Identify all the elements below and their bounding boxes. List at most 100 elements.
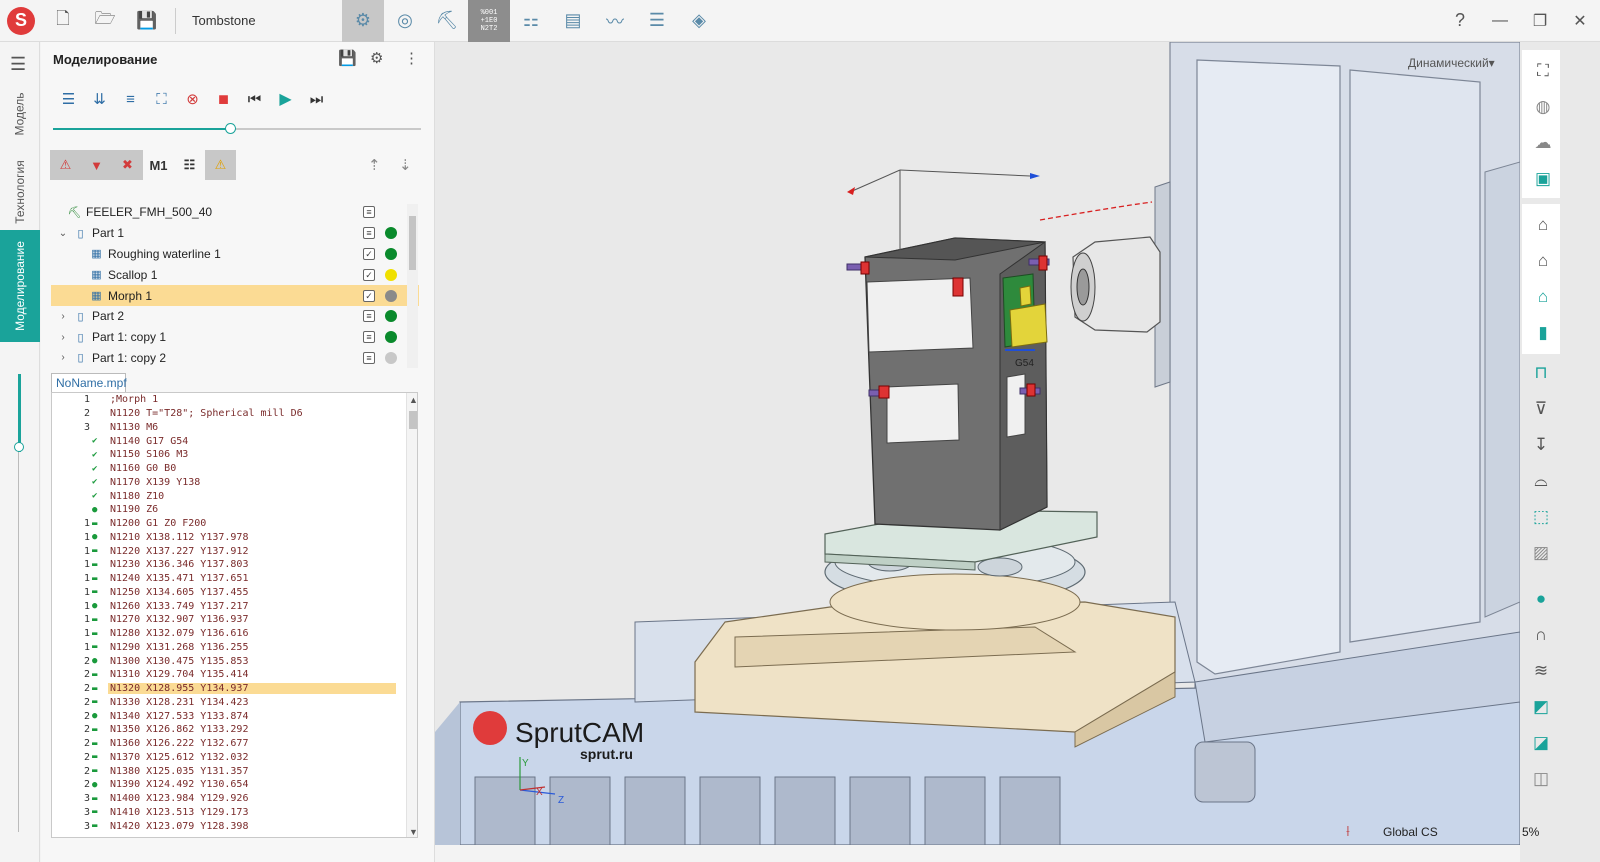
code-line[interactable]: ✔ N1140 G17 G54 [52, 434, 417, 448]
cancel-icon[interactable]: ⊗ [177, 88, 208, 110]
surface-color-icon[interactable]: ◩ [1528, 694, 1554, 720]
code-line[interactable]: ✔ N1180 Z10 [52, 489, 417, 503]
show-holder-icon[interactable]: ⊓ [1528, 360, 1554, 386]
code-line[interactable]: 1 ● N1260 X133.749 Y137.217 [52, 599, 417, 613]
code-line[interactable]: 1 ▬ N1270 X132.907 Y136.937 [52, 613, 417, 627]
sort-up-icon[interactable]: ⇡ [368, 156, 381, 174]
tab-model[interactable]: Модель [0, 84, 40, 144]
step-forward-icon[interactable]: ⏭ [301, 88, 332, 110]
tree-scrollbar[interactable] [407, 204, 418, 368]
surface-outline-icon[interactable]: ◪ [1528, 730, 1554, 756]
new-file-icon[interactable]: 🗋 [49, 7, 77, 35]
gear-icon[interactable]: ⚙ [370, 49, 383, 67]
code-line[interactable]: 2 ▬ N1320 X128.955 Y134.937 [52, 682, 417, 696]
code-line[interactable]: ● N1190 Z6 [52, 503, 417, 517]
code-line[interactable]: ✔ N1150 S106 M3 [52, 448, 417, 462]
fit-view-icon[interactable]: ⛶ [1530, 58, 1556, 84]
code-line[interactable]: ✔ N1160 G0 B0 [52, 462, 417, 476]
tab-technology[interactable]: Технология [0, 152, 40, 232]
show-section-icon[interactable]: ⬚ [1528, 504, 1554, 530]
code-file-tab[interactable]: NoName.mpf [51, 373, 127, 392]
hatch-icon[interactable]: ▨ [1528, 540, 1554, 566]
sprutcam-logo-icon[interactable]: S [7, 6, 35, 35]
code-line[interactable]: 1 ▬ N1200 G1 Z0 F200 [52, 517, 417, 531]
tree-scrollbar-thumb[interactable] [409, 216, 416, 270]
chart-icon[interactable]: 〰 [594, 0, 636, 42]
tab-simulation[interactable]: Моделирование [0, 230, 40, 342]
surface-flag-icon[interactable]: ◫ [1528, 766, 1554, 792]
play-icon[interactable]: ▶ [270, 88, 301, 110]
code-line[interactable]: 1 ▬ N1250 X134.605 Y137.455 [52, 586, 417, 600]
show-tool-icon[interactable]: ↧ [1528, 432, 1554, 458]
document-icon[interactable]: ≡ [363, 227, 375, 240]
code-line[interactable]: 1 ▬ N1280 X132.079 Y136.616 [52, 627, 417, 641]
stop-on-gouge-icon[interactable]: ▼ [81, 150, 112, 180]
show-machine-icon[interactable]: ⌂ [1530, 212, 1556, 238]
tree-row[interactable]: ▦ Scallop 1 ✓ [51, 264, 419, 285]
simulation-mode-icon[interactable]: ⚙ [342, 0, 384, 42]
code-line[interactable]: 2 ▬ N1380 X125.035 Y131.357 [52, 764, 417, 778]
checkbox-checked-icon[interactable]: ✓ [363, 268, 375, 281]
checkbox-checked-icon[interactable]: ✓ [363, 247, 375, 260]
sort-down-icon[interactable]: ⇣ [399, 156, 412, 174]
code-line[interactable]: 3 N1130 M6 [52, 421, 417, 435]
inspection-mode-icon[interactable]: ◎ [384, 0, 426, 42]
rail-slider-track[interactable] [18, 452, 19, 832]
code-line[interactable]: 1 ▬ N1230 X136.346 Y137.803 [52, 558, 417, 572]
view-mode-dropdown[interactable]: Динамический▾ [1408, 56, 1495, 70]
layers-icon[interactable]: ☰ [636, 0, 678, 42]
cube-view-icon[interactable]: ▣ [1530, 166, 1556, 192]
step-back-icon[interactable]: ⏮ [239, 88, 270, 110]
code-line[interactable]: ✔ N1170 X139 Y138 [52, 476, 417, 490]
stop-icon[interactable]: ■ [208, 88, 239, 110]
surface-icon[interactable]: ≋ [1528, 658, 1554, 684]
speed-slider[interactable] [53, 123, 421, 134]
code-line[interactable]: 2 ● N1340 X127.533 Y133.874 [52, 709, 417, 723]
hamburger-menu-icon[interactable]: ☰ [10, 54, 26, 75]
chevron-right-icon[interactable]: › [57, 332, 69, 343]
code-line[interactable]: 2 ▬ N1370 X125.612 Y132.032 [52, 751, 417, 765]
fit-frame-icon[interactable]: ⛶ [146, 88, 177, 110]
code-line[interactable]: 1 ● N1210 X138.112 Y137.978 [52, 531, 417, 545]
code-line[interactable]: 2 ▬ N1350 X126.862 Y133.292 [52, 723, 417, 737]
document-icon[interactable]: ≡ [363, 331, 375, 344]
sort-list-icon[interactable]: ⇊ [84, 88, 115, 110]
tree-row[interactable]: ⌄ ▯ Part 1 ≡ [51, 223, 419, 244]
nc-code-view[interactable]: 1 ;Morph 1 2 N1120 T="T28"; Spherical mill … [51, 392, 418, 838]
tree-row[interactable]: ▦ Morph 1 ✓ [51, 285, 419, 306]
coordinate-system-icon[interactable]: ⟊ [1346, 823, 1350, 840]
tree-row[interactable]: › ▯ Part 1: copy 1 ≡ [51, 327, 419, 348]
tree-row[interactable]: › ▯ Part 1: copy 2 ≡ [51, 348, 419, 368]
code-line[interactable]: 2 ● N1300 X130.475 Y135.853 [52, 654, 417, 668]
tree-row[interactable]: ⛏ FEELER_FMH_500_40 ≡ [51, 202, 419, 223]
tree-row[interactable]: › ▯ Part 2 ≡ [51, 306, 419, 327]
3d-cube-icon[interactable]: ◈ [678, 0, 720, 42]
stop-on-warning-icon[interactable]: ⚠ [205, 150, 236, 180]
close-icon[interactable]: ✕ [1560, 0, 1600, 42]
checkbox-checked-icon[interactable]: ✓ [363, 289, 375, 302]
restore-icon[interactable]: ❐ [1520, 0, 1560, 42]
document-icon[interactable]: ≡ [363, 206, 375, 219]
speed-slider-knob[interactable] [224, 123, 236, 134]
code-line[interactable]: 2 N1120 T="T28"; Spherical mill D6 [52, 407, 417, 421]
scroll-up-icon[interactable]: ▲ [409, 395, 417, 405]
tool-mode-icon[interactable]: ⛏ [426, 0, 468, 42]
code-line[interactable]: 2 ● N1390 X124.492 Y130.654 [52, 778, 417, 792]
show-workpiece-icon[interactable]: ⌂ [1530, 284, 1556, 310]
code-scrollbar[interactable]: ▲ ▼ [406, 393, 417, 837]
chevron-down-icon[interactable]: ⌄ [57, 228, 69, 239]
rail-slider-knob[interactable] [14, 442, 24, 452]
3d-viewport[interactable]: G54 SprutCAM sprut.ru Y X Z Динамический… [435, 42, 1520, 845]
open-folder-icon[interactable]: 🗁 [91, 7, 119, 35]
stop-on-m1-button[interactable]: M1 [143, 150, 174, 180]
code-scrollbar-thumb[interactable] [409, 411, 417, 429]
point-icon[interactable]: ● [1528, 586, 1554, 612]
scroll-down-icon[interactable]: ▼ [409, 827, 417, 837]
nc-program-icon[interactable]: %001 +1E0 N2T2 [468, 0, 510, 42]
minimize-icon[interactable]: — [1480, 0, 1520, 42]
code-line[interactable]: 3 ▬ N1410 X123.513 Y129.173 [52, 806, 417, 820]
show-stock-icon[interactable]: ⌓ [1528, 468, 1554, 494]
document-icon[interactable]: ≡ [363, 351, 375, 364]
tree-row[interactable]: ▦ Roughing waterline 1 ✓ [51, 244, 419, 265]
save-icon[interactable]: 💾 [133, 7, 161, 35]
